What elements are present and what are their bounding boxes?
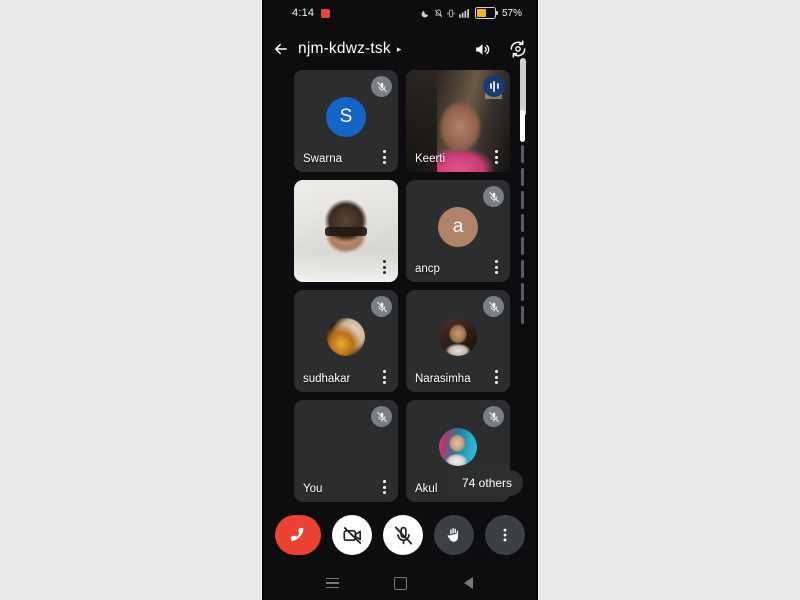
avatar-initial: S [339, 105, 353, 127]
status-bar: 4:14 57% [264, 0, 536, 26]
participant-name: ancp [415, 263, 440, 275]
participant-name: Akul [415, 483, 438, 495]
participant-name: sudhakar [303, 373, 351, 385]
avatar [439, 427, 477, 466]
camera-off-button[interactable] [332, 515, 372, 555]
participant-tile-narasimha[interactable]: Narasimha [406, 290, 510, 392]
participant-name: Narasimha [415, 373, 471, 385]
scrollbar-thumb[interactable] [520, 110, 525, 142]
participant-tile-sudhakar[interactable]: sudhakar [294, 290, 398, 392]
status-time: 4:14 [292, 7, 315, 19]
meeting-code-title[interactable]: njm-kdwz-tsk [298, 40, 391, 58]
speaker-icon[interactable] [464, 40, 500, 59]
scrollbar-segment [521, 306, 524, 324]
more-vertical-icon[interactable] [378, 479, 390, 495]
scrollbar-segment [521, 145, 524, 163]
back-triangle-icon[interactable] [458, 573, 478, 593]
home-square-icon[interactable] [390, 573, 410, 593]
mic-off-icon [483, 406, 504, 427]
speaking-indicator-icon [483, 75, 505, 97]
mic-off-icon [371, 76, 392, 97]
avatar [327, 428, 365, 466]
vibrate-icon [447, 9, 455, 18]
scrollbar-track[interactable] [520, 105, 525, 375]
avatar: S [326, 96, 366, 137]
end-call-button[interactable] [275, 515, 321, 555]
mic-off-icon [483, 186, 504, 207]
more-vertical-icon[interactable] [378, 259, 390, 275]
android-nav-bar [264, 566, 536, 600]
participant-name: You [303, 483, 323, 495]
mic-off-icon [483, 296, 504, 317]
raise-hand-button[interactable] [434, 515, 474, 555]
back-arrow-icon[interactable] [264, 40, 298, 58]
more-vertical-icon[interactable] [490, 369, 502, 385]
grid-row: a ancp [294, 180, 510, 282]
grid-row: sudhakar Narasimha [294, 290, 510, 392]
battery-icon [474, 7, 498, 19]
mic-off-icon [371, 406, 392, 427]
status-icons: 57% [421, 7, 522, 19]
scrollbar-segment [521, 283, 524, 301]
participant-name: Keerti [415, 153, 446, 165]
scrollbar-segment [521, 214, 524, 232]
battery-percent: 57% [501, 7, 522, 19]
avatar [439, 317, 477, 356]
participant-grid: S Swarna Keerti a ancp sudhakar Narasimh… [294, 70, 510, 510]
scrollbar-segment [521, 168, 524, 186]
participant-tile-swarna[interactable]: S Swarna [294, 70, 398, 172]
menu-icon[interactable] [322, 573, 342, 593]
participant-tile-you[interactable]: You [294, 400, 398, 502]
participant-tile-ancp[interactable]: a ancp [406, 180, 510, 282]
chevron-right-icon[interactable]: ▸ [397, 44, 402, 55]
screenshot-canvas: 4:14 57% njm-kdwz-tsk ▸ S Swarna Keerti … [0, 0, 800, 600]
mic-off-icon [371, 296, 392, 317]
scrollbar-segment [521, 237, 524, 255]
more-vertical-icon[interactable] [490, 149, 502, 165]
participant-name: Swarna [303, 153, 342, 165]
more-vertical-icon[interactable] [490, 259, 502, 275]
signal-bars-icon [458, 8, 471, 18]
call-control-bar [264, 505, 536, 565]
switch-camera-icon[interactable] [500, 39, 536, 59]
scrollbar-segment [521, 191, 524, 209]
moon-icon [421, 9, 430, 18]
scrollbar-segment [521, 260, 524, 278]
phone-screen: 4:14 57% njm-kdwz-tsk ▸ S Swarna Keerti … [264, 0, 536, 600]
app-header: njm-kdwz-tsk ▸ [264, 28, 536, 70]
phone-device-frame: 4:14 57% njm-kdwz-tsk ▸ S Swarna Keerti … [262, 0, 538, 600]
participant-tile-keerti[interactable]: Keerti [406, 70, 510, 172]
others-count-badge[interactable]: 74 others [451, 470, 524, 496]
participant-tile-video[interactable] [294, 180, 398, 282]
avatar: a [438, 206, 478, 247]
notifications-off-icon [434, 9, 443, 18]
mic-off-button[interactable] [383, 515, 423, 555]
more-vertical-icon[interactable] [378, 369, 390, 385]
more-vertical-icon[interactable] [378, 149, 390, 165]
grid-row: S Swarna Keerti [294, 70, 510, 172]
screen-record-icon [321, 8, 331, 18]
avatar-initial: a [452, 215, 464, 237]
avatar [327, 317, 365, 356]
more-options-button[interactable] [485, 515, 525, 555]
